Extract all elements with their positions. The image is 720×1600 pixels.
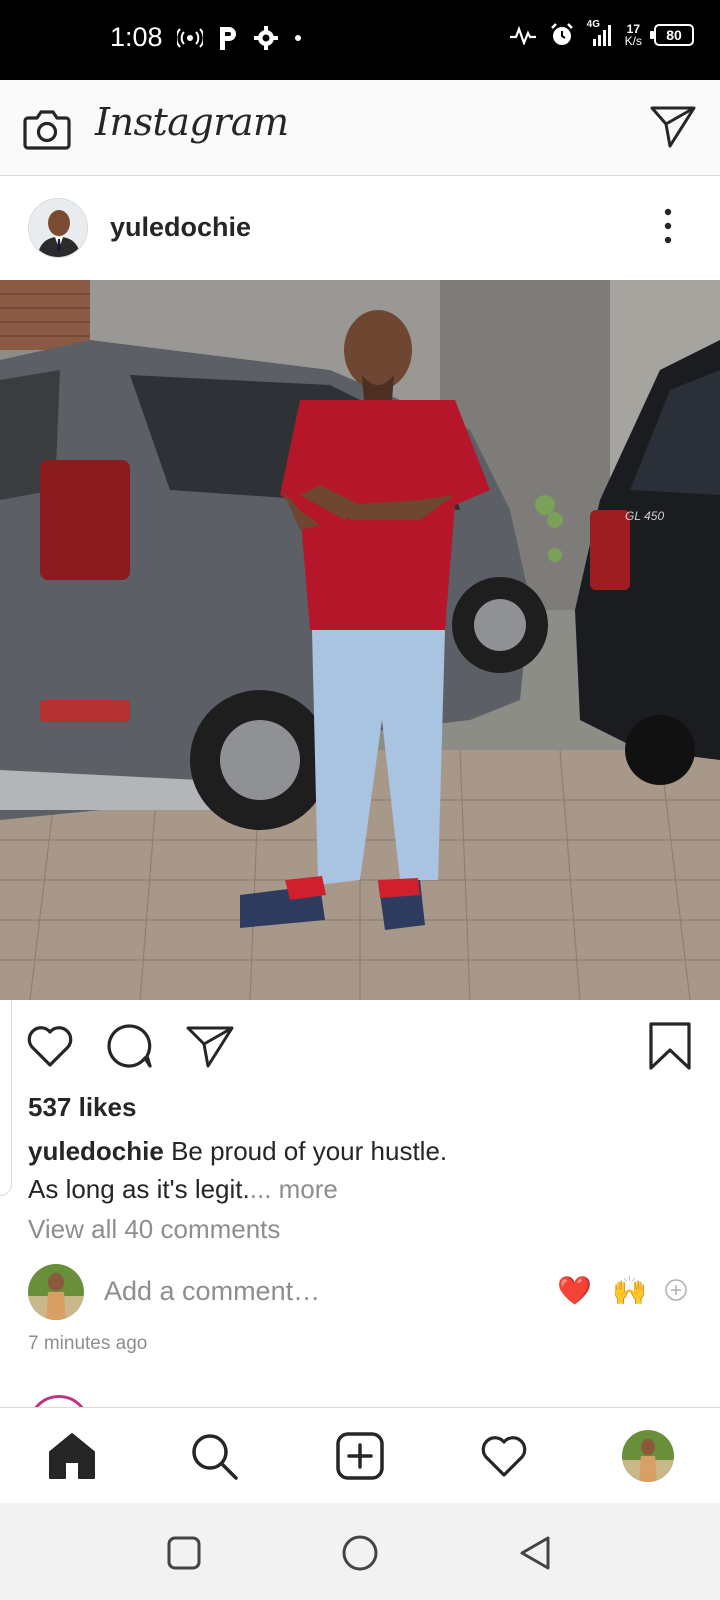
more-options-icon[interactable] bbox=[656, 206, 680, 246]
post-username[interactable]: yuledochie bbox=[110, 212, 251, 243]
add-post-icon[interactable] bbox=[334, 1430, 386, 1482]
add-emoji-icon[interactable] bbox=[664, 1278, 688, 1302]
app-header: Instagram bbox=[0, 80, 720, 176]
status-time: 1:08 bbox=[110, 22, 163, 52]
search-icon[interactable] bbox=[188, 1430, 240, 1482]
paper-plane-icon[interactable] bbox=[648, 102, 698, 152]
post-header: yuledochie bbox=[0, 178, 720, 278]
caption-more-link[interactable]: ... more bbox=[250, 1174, 338, 1204]
post-photo[interactable]: GL 450 bbox=[0, 280, 720, 1000]
status-right: 4G 17 K/s 80 bbox=[509, 19, 694, 48]
dot-icon bbox=[293, 33, 303, 43]
add-comment-row: Add a comment… ❤️ 🙌 bbox=[0, 1262, 720, 1326]
system-nav-bar bbox=[0, 1503, 720, 1600]
status-left: 1:08 bbox=[110, 22, 303, 53]
quick-reaction-heart[interactable]: ❤️ bbox=[557, 1274, 592, 1307]
battery-level: 80 bbox=[666, 27, 682, 43]
avatar[interactable] bbox=[28, 198, 88, 258]
share-plane-icon[interactable] bbox=[184, 1020, 236, 1072]
activity-icon bbox=[509, 25, 537, 45]
caption-line2: As long as it's legit. bbox=[28, 1174, 250, 1204]
quick-reaction-raised-hands[interactable]: 🙌 bbox=[612, 1274, 647, 1307]
view-all-comments-link[interactable]: View all 40 comments bbox=[28, 1214, 280, 1245]
caption-username[interactable]: yuledochie bbox=[28, 1136, 164, 1166]
back-triangle-icon[interactable] bbox=[516, 1533, 556, 1573]
status-bar: 1:08 4G 17 K/s 80 bbox=[0, 0, 720, 80]
battery-icon: 80 bbox=[650, 24, 694, 46]
network-speed: 17 K/s bbox=[625, 23, 642, 47]
add-comment-input[interactable]: Add a comment… bbox=[104, 1276, 320, 1307]
profile-avatar[interactable] bbox=[622, 1430, 674, 1482]
caption-line1: Be proud of your hustle. bbox=[171, 1136, 448, 1166]
like-heart-icon[interactable] bbox=[24, 1020, 76, 1072]
car-badge: GL 450 bbox=[625, 509, 664, 523]
caption: yuledochie Be proud of your hustle. As l… bbox=[28, 1132, 688, 1208]
post-actions bbox=[0, 1010, 720, 1080]
home-circle-icon[interactable] bbox=[340, 1533, 380, 1573]
bottom-nav bbox=[0, 1407, 720, 1503]
likes-count[interactable]: 537 likes bbox=[28, 1092, 136, 1123]
camera-icon[interactable] bbox=[22, 104, 72, 154]
network-speed-unit: K/s bbox=[624, 34, 642, 48]
comment-bubble-icon[interactable] bbox=[104, 1020, 156, 1072]
my-avatar bbox=[28, 1264, 84, 1320]
network-type: 4G bbox=[586, 19, 600, 30]
parking-icon bbox=[217, 25, 239, 51]
post-timestamp: 7 minutes ago bbox=[28, 1333, 148, 1354]
instagram-logo[interactable]: Instagram bbox=[95, 100, 289, 144]
signal-icon: 4G bbox=[587, 19, 613, 47]
activity-heart-icon[interactable] bbox=[478, 1430, 530, 1482]
alarm-icon bbox=[549, 22, 575, 48]
home-icon[interactable] bbox=[46, 1430, 98, 1482]
bookmark-icon[interactable] bbox=[644, 1020, 696, 1072]
gear-icon bbox=[253, 25, 279, 51]
recents-square-icon[interactable] bbox=[164, 1533, 204, 1573]
hotspot-icon bbox=[176, 27, 203, 48]
